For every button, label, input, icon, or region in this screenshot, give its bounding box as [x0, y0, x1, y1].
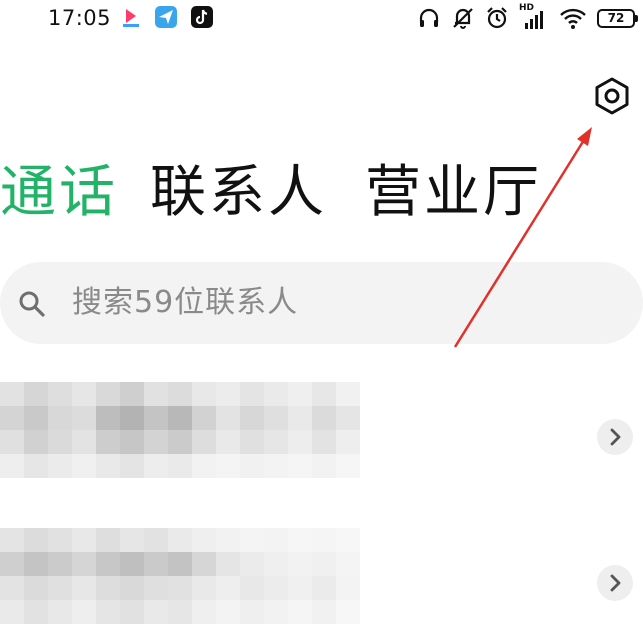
mute-icon [451, 6, 475, 30]
signal-icon: HD [519, 3, 549, 31]
tiktok-app-icon [191, 6, 213, 28]
wifi-icon [559, 6, 587, 30]
search-icon [18, 290, 46, 322]
status-time: 17:05 [48, 6, 112, 30]
battery-icon: 72 [597, 8, 638, 28]
settings-hexagon-icon [592, 77, 632, 120]
tab-contacts[interactable]: 联系人 [150, 158, 365, 228]
tab-calls[interactable]: 通话 [0, 158, 150, 228]
contact-detail-button[interactable] [597, 565, 633, 601]
messenger-app-icon [155, 6, 177, 28]
list-item[interactable] [0, 382, 643, 492]
video-app-icon [120, 6, 142, 28]
search-placeholder: 搜索59位联系人 [72, 285, 299, 320]
tab-bar: 通话 联系人 营业厅 [0, 158, 565, 228]
status-bar: 17:05 HD 72 [0, 0, 643, 40]
tab-business-hall[interactable]: 营业厅 [365, 158, 565, 228]
obscured-contact-name [0, 528, 360, 624]
chevron-right-icon [610, 574, 621, 592]
contact-detail-button[interactable] [597, 419, 633, 455]
alarm-icon [485, 6, 509, 30]
headphones-icon [417, 6, 441, 30]
obscured-contact-name [0, 382, 360, 478]
search-input[interactable]: 搜索59位联系人 [0, 262, 643, 344]
chevron-right-icon [610, 428, 621, 446]
status-icons: HD 72 [417, 3, 638, 32]
settings-button[interactable] [592, 76, 632, 116]
list-item[interactable] [0, 528, 643, 638]
